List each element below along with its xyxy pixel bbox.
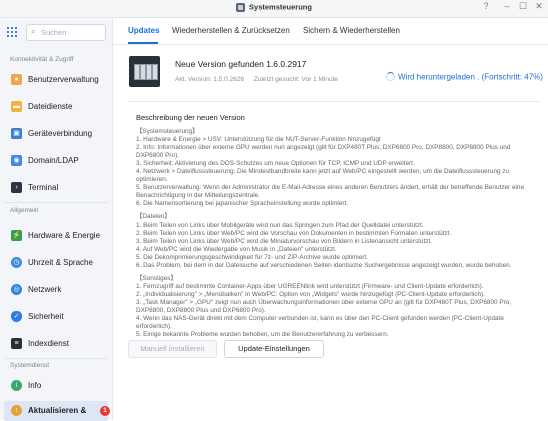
section-label-system-service: Systemdienst xyxy=(10,362,50,369)
sidebar-divider xyxy=(4,358,108,359)
loading-spinner-icon xyxy=(386,72,395,82)
help-button[interactable]: ? xyxy=(479,1,493,11)
sidebar-item-label: Uhrzeit & Sprache xyxy=(28,258,93,267)
device-icon: ▣ xyxy=(11,128,22,139)
release-notes: Beschreibung der neuen Version 【Systemst… xyxy=(136,113,536,339)
release-note-line: DXP6800 Pro). xyxy=(136,152,179,160)
sidebar-item-label: Domain/LDAP xyxy=(28,156,79,165)
sidebar-item-label: Hardware & Energie xyxy=(28,231,101,240)
folder-icon: ▬ xyxy=(11,101,22,112)
release-note-line: 4. Wenn das NAS-Gerät direkt mit dem Com… xyxy=(136,315,504,323)
last-checked: Zuletzt gesucht: Vor 1 Minute xyxy=(253,76,339,83)
sidebar-item-device-connection[interactable]: ▣ Geräteverbindung xyxy=(4,124,108,144)
sidebar-item-time-language[interactable]: ◷ Uhrzeit & Sprache xyxy=(4,253,108,273)
search-box[interactable]: ⌕ xyxy=(26,24,106,41)
release-note-line: optimieren. xyxy=(136,176,168,184)
release-note-line: 2. Info: Informationen über externe GPU … xyxy=(136,144,511,152)
release-note-line: 6. Das Problem, bei dem in der Dateisuch… xyxy=(136,261,512,269)
sidebar-item-label: Benutzerverwaltung xyxy=(28,75,99,84)
users-icon: ● xyxy=(11,74,22,85)
sidebar-item-label: Netzwerk xyxy=(28,285,62,294)
sidebar-item-file-services[interactable]: ▬ Dateidienste xyxy=(4,97,108,117)
release-note-line: erforderlich). xyxy=(136,323,172,331)
current-version: Akt. Version: 1.5.0.2626 xyxy=(175,76,245,83)
info-icon: i xyxy=(11,380,22,391)
release-note-line: 5. Die Dekomprimierungsgeschwindigkeit f… xyxy=(136,253,368,261)
sidebar-item-label: Dateidienste xyxy=(28,102,73,111)
sidebar-item-label: Sicherheit xyxy=(28,312,64,321)
app-grid-icon[interactable] xyxy=(7,27,17,37)
release-note-line: DXP8800, DXP8800 Plus und DXP6800 Pro). xyxy=(136,306,266,314)
window-title-area: Systemsteuerung xyxy=(0,2,548,12)
maximize-button[interactable]: ☐ xyxy=(516,1,530,12)
notification-badge: 1 xyxy=(100,406,110,416)
network-icon: ◎ xyxy=(11,284,22,295)
release-note-line: 3. „Task Manager" > „GPU" zeigt nun auch… xyxy=(136,298,512,306)
manual-install-button[interactable]: Manuell installieren xyxy=(128,340,217,358)
search-input[interactable] xyxy=(41,26,101,38)
domain-icon: ◉ xyxy=(11,155,22,166)
active-tab-indicator xyxy=(128,42,158,44)
release-note-line: 2. „Individualisierung" > „Menübalken" i… xyxy=(136,290,485,298)
new-version-title: Neue Version gefunden 1.6.0.2917 xyxy=(175,59,307,69)
sidebar-item-users[interactable]: ● Benutzerverwaltung xyxy=(4,70,108,90)
sidebar-item-label: Terminal xyxy=(28,183,59,192)
update-settings-button[interactable]: Update-Einstellungen xyxy=(224,340,324,358)
sidebar-item-update[interactable]: ↑ Aktualisieren & 1 xyxy=(4,401,110,421)
index-icon: ≡ xyxy=(11,338,22,349)
sidebar-item-label: Indexdienst xyxy=(28,339,69,348)
close-button[interactable]: ✕ xyxy=(532,1,546,12)
release-note-line: 2. Beim Teilen von Links über Web/PC wir… xyxy=(136,229,452,237)
tab-bar: Updates Wiederherstellen & Zurücksetzen … xyxy=(112,18,548,45)
section-label-connectivity: Konnektivität & Zugriff xyxy=(10,56,74,63)
release-note-line: 3. Beim Teilen von Links über Web/PC wir… xyxy=(136,237,433,245)
release-note-line: 4. Netzwerk > Dateiflusssteuerung: Die M… xyxy=(136,168,510,176)
sidebar-item-network[interactable]: ◎ Netzwerk xyxy=(4,280,108,300)
sidebar-divider xyxy=(4,202,108,203)
shield-icon: ✓ xyxy=(11,311,22,322)
release-note-line: 1. Beim Teilen von Links über Mobilgerät… xyxy=(136,221,424,229)
search-icon: ⌕ xyxy=(31,27,36,36)
update-icon: ↑ xyxy=(11,405,22,416)
terminal-icon: › xyxy=(11,182,22,193)
sidebar-item-label: Info xyxy=(28,381,42,390)
sidebar: ⌕ Konnektivität & Zugriff ● Benutzerverw… xyxy=(0,18,113,421)
sidebar-item-label: Geräteverbindung xyxy=(28,129,93,138)
release-notes-heading: Beschreibung der neuen Version xyxy=(136,113,245,122)
release-note-line: 1. Hardware & Energie > USV: Unterstützu… xyxy=(136,136,381,144)
release-note-line: 【Sonstiges】 xyxy=(136,274,177,282)
release-note-line: Benachrichtigung in der Mitteilungszentr… xyxy=(136,192,260,200)
release-note-line: 5. Benutzerverwaltung: Wenn der Administ… xyxy=(136,184,525,192)
release-note-line: 1. Fernzugriff auf bestimmte Container-A… xyxy=(136,282,484,290)
release-note-line: 3. Sicherheit: Aktivierung des DOS-Schut… xyxy=(136,160,415,168)
sidebar-item-terminal[interactable]: › Terminal xyxy=(4,178,108,198)
release-note-line: 5. Einige bekannte Probleme wurden behob… xyxy=(136,331,389,339)
sidebar-item-security[interactable]: ✓ Sicherheit xyxy=(4,307,108,327)
release-note-line: 6. Die Namensortierung bei japanischer S… xyxy=(136,200,349,208)
tab-updates[interactable]: Updates xyxy=(128,26,160,35)
minimize-button[interactable]: – xyxy=(500,1,514,11)
clock-icon: ◷ xyxy=(11,257,22,268)
sidebar-item-index-service[interactable]: ≡ Indexdienst xyxy=(4,334,108,354)
title-bar: Systemsteuerung ? – ☐ ✕ xyxy=(0,0,548,18)
section-label-general: Allgemein xyxy=(10,207,39,214)
tab-backup-restore[interactable]: Sichern & Wiederherstellen xyxy=(303,26,400,35)
hardware-icon: ⚡ xyxy=(11,230,22,241)
window-title: Systemsteuerung xyxy=(249,2,312,12)
release-note-line: 【Systemsteuerung】 xyxy=(136,128,199,135)
version-meta: Akt. Version: 1.5.0.2626 Zuletzt gesucht… xyxy=(175,76,346,83)
sidebar-header: ⌕ xyxy=(0,18,112,46)
tab-restore-reset[interactable]: Wiederherstellen & Zurücksetzen xyxy=(172,26,290,35)
nas-device-icon xyxy=(129,56,160,87)
sidebar-item-domain[interactable]: ◉ Domain/LDAP xyxy=(4,151,108,171)
release-note-line: 4. Auf Web/PC wird die Wiedergabe von Mu… xyxy=(136,245,337,253)
download-status: Wird heruntergeladen . (Fortschritt: 47%… xyxy=(386,68,543,86)
section-divider xyxy=(128,101,540,102)
release-note-line: 【Dateien】 xyxy=(136,213,171,221)
sidebar-item-info[interactable]: i Info xyxy=(4,376,108,396)
download-progress-text: Wird heruntergeladen . (Fortschritt: 47%… xyxy=(398,72,543,82)
sidebar-item-label: Aktualisieren & xyxy=(28,406,87,415)
control-panel-icon xyxy=(236,2,246,12)
sidebar-item-hardware[interactable]: ⚡ Hardware & Energie xyxy=(4,226,108,246)
